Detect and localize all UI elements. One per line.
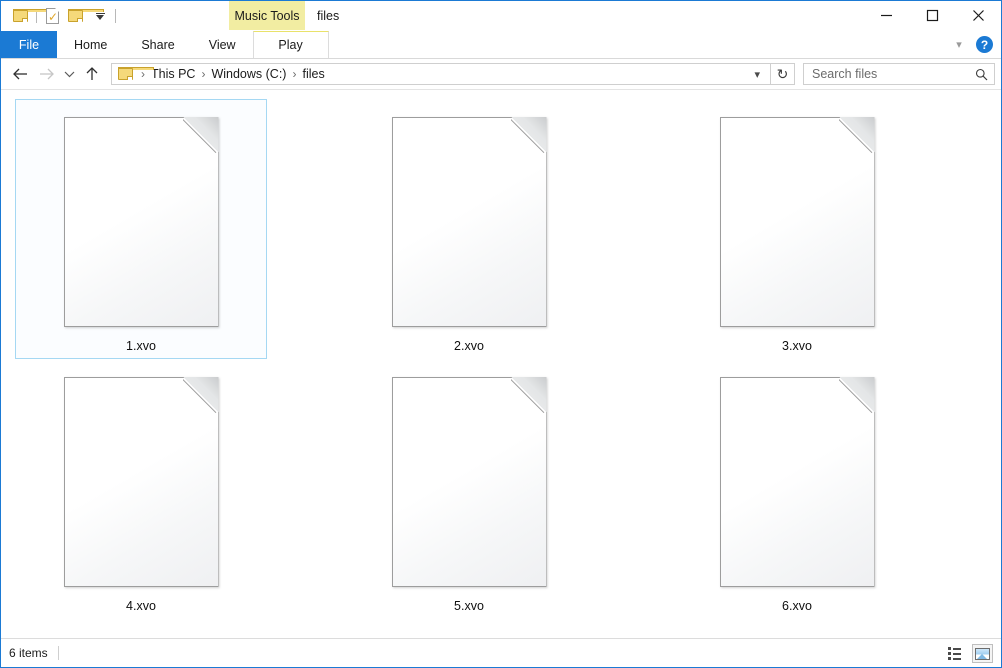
tab-play[interactable]: Play — [253, 31, 329, 58]
file-icon — [720, 377, 875, 587]
address-bar: › This PC › Windows (C:) › files ▾ ↻ — [1, 59, 1001, 89]
tab-view-label: View — [209, 38, 236, 52]
list-item[interactable]: 3.xvo — [671, 99, 923, 359]
breadcrumb-item-files[interactable]: files — [298, 67, 328, 81]
file-grid: 1.xvo 2.xvo 3.xvo — [15, 99, 1001, 638]
details-view-icon — [948, 647, 963, 660]
tab-play-label: Play — [278, 38, 302, 52]
breadcrumb-separator: › — [199, 67, 207, 81]
breadcrumb-item-windows-c[interactable]: Windows (C:) — [207, 67, 290, 81]
search-icon[interactable] — [975, 68, 988, 81]
list-item-label: 2.xvo — [454, 339, 484, 353]
breadcrumb[interactable]: › This PC › Windows (C:) › files ▾ — [111, 63, 771, 85]
file-list-view[interactable]: 1.xvo 2.xvo 3.xvo — [1, 89, 1001, 638]
explorer-window: ✓ Music Tools files — [0, 0, 1002, 668]
list-item[interactable]: 2.xvo — [343, 99, 595, 359]
address-dropdown-chevron-icon[interactable]: ▾ — [748, 68, 766, 81]
list-item[interactable]: 1.xvo — [15, 99, 267, 359]
list-item[interactable]: 6.xvo — [671, 359, 923, 619]
forward-arrow-icon — [33, 61, 59, 87]
tab-home[interactable]: Home — [57, 31, 124, 58]
list-item-label: 4.xvo — [126, 599, 156, 613]
chevron-down-icon[interactable]: ▾ — [950, 38, 968, 51]
window-controls — [863, 1, 1001, 30]
recent-locations-chevron-icon[interactable] — [59, 61, 79, 87]
large-icons-view-icon — [975, 648, 990, 660]
ribbon-right-controls: ▾ ? — [950, 31, 999, 58]
up-arrow-icon[interactable] — [79, 61, 105, 87]
contextual-tab-header-music-tools: Music Tools — [229, 1, 305, 30]
file-icon — [392, 117, 547, 327]
file-icon — [720, 117, 875, 327]
new-folder-icon[interactable] — [64, 3, 88, 29]
large-icons-view-button[interactable] — [972, 644, 993, 663]
contextual-tab-label: Music Tools — [234, 9, 299, 23]
minimize-icon[interactable] — [863, 1, 909, 30]
breadcrumb-separator: › — [290, 67, 298, 81]
status-bar: 6 items — [1, 638, 1001, 667]
list-item[interactable]: 4.xvo — [15, 359, 267, 619]
search-input[interactable] — [810, 66, 975, 82]
quick-access-toolbar: ✓ — [9, 1, 119, 31]
properties-document-icon[interactable]: ✓ — [40, 3, 64, 29]
file-icon — [64, 377, 219, 587]
close-icon[interactable] — [955, 1, 1001, 30]
customize-quick-access-caret-icon[interactable] — [88, 3, 112, 29]
folder-icon[interactable] — [9, 3, 33, 29]
file-icon — [392, 377, 547, 587]
tab-share-label: Share — [141, 38, 174, 52]
back-arrow-icon[interactable] — [7, 61, 33, 87]
help-icon[interactable]: ? — [976, 36, 993, 53]
refresh-icon[interactable]: ↻ — [771, 63, 795, 85]
list-item-label: 5.xvo — [454, 599, 484, 613]
title-bar: ✓ Music Tools files — [1, 1, 1001, 31]
file-icon — [64, 117, 219, 327]
maximize-icon[interactable] — [909, 1, 955, 30]
list-item-label: 6.xvo — [782, 599, 812, 613]
tab-view[interactable]: View — [192, 31, 253, 58]
ribbon-tab-strip: File Home Share View Play ▾ ? — [1, 31, 1001, 58]
list-item[interactable]: 5.xvo — [343, 359, 595, 619]
window-title: files — [317, 1, 339, 30]
status-divider — [58, 646, 59, 660]
details-view-button[interactable] — [945, 644, 966, 663]
tab-home-label: Home — [74, 38, 107, 52]
list-item-label: 3.xvo — [782, 339, 812, 353]
tab-share[interactable]: Share — [124, 31, 191, 58]
breadcrumb-folder-icon[interactable] — [118, 67, 135, 81]
search-box[interactable] — [803, 63, 995, 85]
qat-separator-2 — [115, 9, 116, 23]
item-count-label: 6 items — [9, 646, 48, 660]
tab-file[interactable]: File — [1, 31, 57, 58]
breadcrumb-item-this-pc[interactable]: This PC — [147, 67, 199, 81]
list-item-label: 1.xvo — [126, 339, 156, 353]
view-mode-buttons — [945, 639, 993, 668]
tab-file-label: File — [19, 38, 39, 52]
